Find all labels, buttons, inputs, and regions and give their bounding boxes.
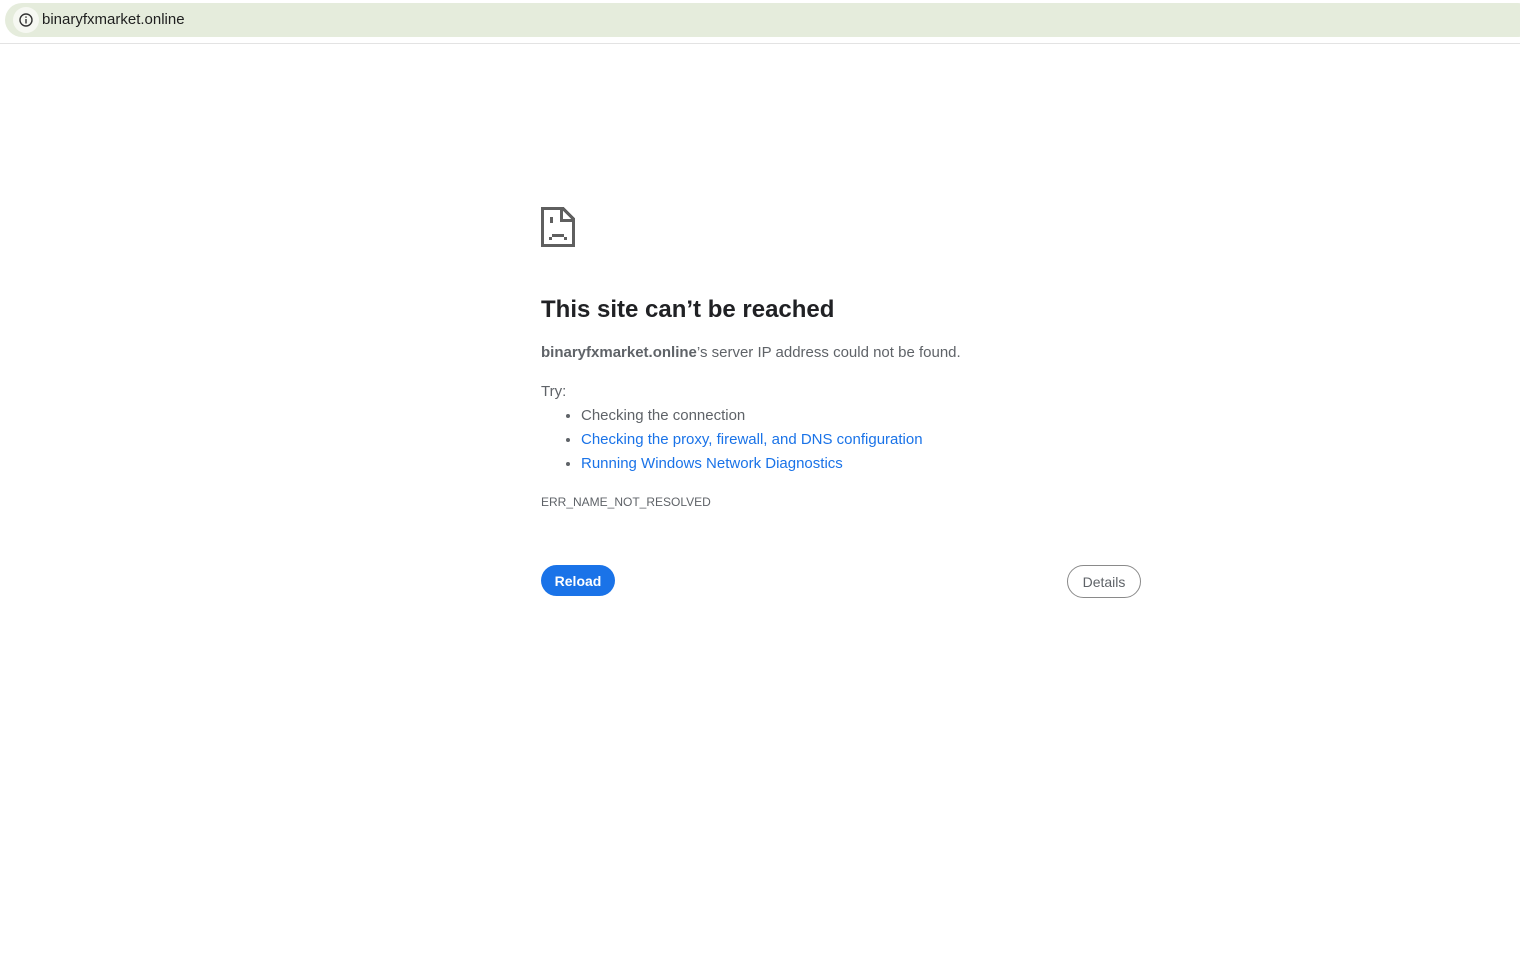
try-label: Try:	[541, 383, 567, 400]
error-host: binaryfxmarket.online	[541, 344, 697, 361]
url-text[interactable]: binaryfxmarket.online	[42, 11, 185, 28]
error-message-text: ’s server IP address could not be found.	[696, 344, 961, 361]
suggestion-text: Checking the connection	[581, 407, 746, 424]
suggestion-item: Running Windows Network Diagnostics	[581, 452, 923, 476]
error-code: ERR_NAME_NOT_RESOLVED	[541, 495, 711, 509]
suggestion-item: Checking the connection	[581, 404, 923, 428]
suggestions-list: Checking the connection Checking the pro…	[541, 404, 923, 476]
proxy-config-link[interactable]: Checking the proxy, firewall, and DNS co…	[581, 431, 923, 448]
browser-toolbar: binaryfxmarket.online	[0, 0, 1520, 44]
error-message: binaryfxmarket.online’s server IP addres…	[541, 344, 961, 361]
suggestion-item: Checking the proxy, firewall, and DNS co…	[581, 428, 923, 452]
sad-document-icon	[541, 207, 575, 252]
network-diagnostics-link[interactable]: Running Windows Network Diagnostics	[581, 455, 843, 472]
info-icon[interactable]	[13, 7, 39, 33]
reload-button[interactable]: Reload	[541, 565, 615, 596]
error-title: This site can’t be reached	[541, 296, 835, 323]
details-button[interactable]: Details	[1067, 565, 1141, 598]
address-bar[interactable]: binaryfxmarket.online	[5, 3, 1520, 37]
